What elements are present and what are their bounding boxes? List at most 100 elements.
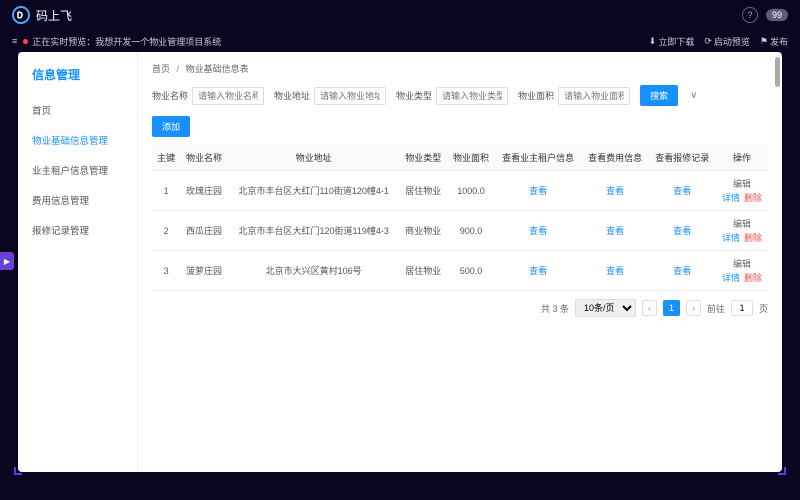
detail-link[interactable]: 详情 [722,231,740,244]
cell: 1 [152,171,180,211]
side-expand-tab[interactable]: ▶ [0,252,14,270]
corner-handle-br[interactable] [778,467,786,475]
col-header: 操作 [716,145,768,171]
col-header: 物业类型 [399,145,447,171]
sidebar-title: 信息管理 [18,66,137,95]
cell: 西瓜庄园 [180,211,228,251]
edit-link[interactable]: 编辑 [733,177,751,190]
subheader: ≡ 正在实时预览： 我想开发一个物业管理项目系统 ⬇立即下载 ⟳启动预览 ⚑发布 [0,30,800,52]
cell: 商业物业 [399,211,447,251]
filter-addr-input[interactable] [314,87,386,105]
view-link[interactable]: 查看 [673,266,691,276]
cell: 900.0 [447,211,495,251]
publish-link[interactable]: ⚑发布 [760,35,788,48]
cell: 3 [152,251,180,291]
breadcrumb: 首页 / 物业基础信息表 [152,62,768,75]
download-icon: ⬇ [649,36,657,47]
col-header: 查看费用信息 [582,145,649,171]
view-link[interactable]: 查看 [529,226,547,236]
view-link[interactable]: 查看 [606,186,624,196]
corner-handle-bl[interactable] [14,467,22,475]
search-button[interactable]: 搜索 [640,85,678,106]
help-icon[interactable]: ? [742,7,758,23]
logo-icon [12,6,30,24]
cell: 玫瑰庄园 [180,171,228,211]
col-header: 查看业主租户信息 [495,145,582,171]
sidebar: 信息管理 首页物业基础信息管理业主租户信息管理费用信息管理报修记录管理 [18,52,138,472]
live-dot-icon [23,39,28,44]
filter-bar: 物业名称 物业地址 物业类型 物业面积 搜索 ∨ [152,85,768,106]
cell: 菠萝庄园 [180,251,228,291]
page-size-select[interactable]: 10条/页 [575,299,636,317]
user-badge[interactable]: 99 [766,9,788,21]
cell: 500.0 [447,251,495,291]
cell: 居住物业 [399,251,447,291]
page-next[interactable]: › [686,300,701,316]
page-prev[interactable]: ‹ [642,300,657,316]
pagination: 共 3 条 10条/页 ‹ 1 › 前往 页 [152,299,768,317]
filter-expand-icon[interactable]: ∨ [688,90,699,101]
flag-icon: ⚑ [760,36,768,47]
nav-item-0[interactable]: 首页 [18,95,137,125]
table-row: 1玫瑰庄园北京市丰台区大红门110街道120幢4-1居住物业1000.0 查看 查看… [152,171,768,211]
play-icon: ⟳ [704,36,712,47]
filter-area-label: 物业面积 [518,89,554,102]
nav-item-3[interactable]: 费用信息管理 [18,185,137,215]
live-label: 正在实时预览： [32,35,95,48]
breadcrumb-home[interactable]: 首页 [152,64,170,74]
nav-item-4[interactable]: 报修记录管理 [18,215,137,245]
page-suffix: 页 [759,302,768,315]
add-button[interactable]: 添加 [152,116,190,137]
delete-link[interactable]: 删除 [744,271,762,284]
download-link[interactable]: ⬇立即下载 [649,35,695,48]
logo: 码上飞 [12,6,72,24]
data-table: 主键物业名称物业地址物业类型物业面积查看业主租户信息查看费用信息查看报修记录操作… [152,145,768,291]
view-link[interactable]: 查看 [529,186,547,196]
nav-item-1[interactable]: 物业基础信息管理 [18,125,137,155]
edit-link[interactable]: 编辑 [733,217,751,230]
cell: 北京市丰台区大红门120街道119幢4-3 [228,211,400,251]
detail-link[interactable]: 详情 [722,191,740,204]
app-header: 码上飞 ? 99 [0,0,800,30]
col-header: 物业名称 [180,145,228,171]
filter-area-input[interactable] [558,87,630,105]
page-goto-label: 前往 [707,302,725,315]
app-name: 码上飞 [36,7,72,24]
nav-item-2[interactable]: 业主租户信息管理 [18,155,137,185]
breadcrumb-current: 物业基础信息表 [186,64,249,74]
table-row: 2西瓜庄园北京市丰台区大红门120街道119幢4-3商业物业900.0 查看 查看 查… [152,211,768,251]
detail-link[interactable]: 详情 [722,271,740,284]
col-header: 主键 [152,145,180,171]
main-panel: 信息管理 首页物业基础信息管理业主租户信息管理费用信息管理报修记录管理 首页 /… [18,52,782,472]
col-header: 物业面积 [447,145,495,171]
filter-type-label: 物业类型 [396,89,432,102]
main-content: 首页 / 物业基础信息表 物业名称 物业地址 物业类型 物业面积 搜索 ∨ 添加… [138,52,782,472]
live-text: 我想开发一个物业管理项目系统 [95,35,221,48]
filter-name-label: 物业名称 [152,89,188,102]
table-row: 3菠萝庄园北京市大兴区黄村106号居住物业500.0 查看 查看 查看 编辑详情删除 [152,251,768,291]
filter-addr-label: 物业地址 [274,89,310,102]
cell: 居住物业 [399,171,447,211]
view-link[interactable]: 查看 [606,226,624,236]
preview-link[interactable]: ⟳启动预览 [704,35,750,48]
cell: 北京市大兴区黄村106号 [228,251,400,291]
view-link[interactable]: 查看 [673,226,691,236]
view-link[interactable]: 查看 [606,266,624,276]
edit-link[interactable]: 编辑 [733,257,751,270]
view-link[interactable]: 查看 [673,186,691,196]
cell: 北京市丰台区大红门110街道120幢4-1 [228,171,400,211]
cell: 1000.0 [447,171,495,211]
filter-type-input[interactable] [436,87,508,105]
menu-icon[interactable]: ≡ [12,36,17,46]
delete-link[interactable]: 删除 [744,191,762,204]
col-header: 查看报修记录 [649,145,716,171]
scrollbar[interactable] [775,52,780,472]
page-current[interactable]: 1 [663,300,680,316]
filter-name-input[interactable] [192,87,264,105]
delete-link[interactable]: 删除 [744,231,762,244]
col-header: 物业地址 [228,145,400,171]
page-total: 共 3 条 [541,302,569,315]
page-goto-input[interactable] [731,300,753,316]
cell: 2 [152,211,180,251]
view-link[interactable]: 查看 [529,266,547,276]
